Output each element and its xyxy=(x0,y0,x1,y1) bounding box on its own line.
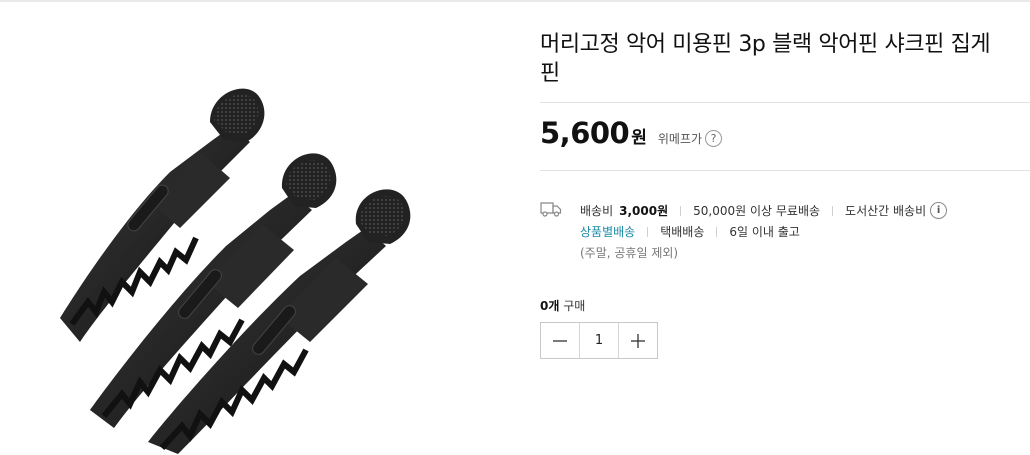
shipping-fee-value: 3,000원 xyxy=(619,204,669,218)
help-icon[interactable]: ? xyxy=(705,130,723,147)
product-image[interactable] xyxy=(0,2,512,455)
truck-icon xyxy=(540,202,562,217)
shipping-note: (주말, 공휴일 제외) xyxy=(580,246,679,260)
price-divider xyxy=(540,170,1030,171)
decrease-quantity-button[interactable] xyxy=(541,323,579,358)
info-icon[interactable]: i xyxy=(930,202,948,219)
title-divider xyxy=(540,102,1030,103)
shipping-method-line: 상품별배송 택배배송 6일 이내 출고 xyxy=(580,221,947,242)
dispatch-lead-time: 6일 이내 출고 xyxy=(729,225,800,239)
shipping-info: 배송비 3,000원 50,000원 이상 무료배송 도서산간 배송비 i 상품… xyxy=(580,200,948,263)
product-info-panel: 머리고정 악어 미용핀 3p 블랙 악어핀 샤크핀 집게핀 5,600 원 위메… xyxy=(540,0,1030,455)
separator xyxy=(832,205,834,216)
quantity-input[interactable]: 1 xyxy=(579,323,619,358)
separator xyxy=(680,205,682,216)
quantity-stepper: 1 xyxy=(540,322,658,359)
hair-clips-illustration xyxy=(60,88,411,454)
free-shipping-condition: 50,000원 이상 무료배송 xyxy=(693,204,821,218)
purchase-count-label: 구매 xyxy=(563,299,586,313)
minus-icon xyxy=(553,339,567,342)
separator xyxy=(647,226,649,237)
purchase-count-value: 0개 xyxy=(540,299,560,313)
shipping-method: 상품별배송 xyxy=(580,225,636,239)
price-amount: 5,600 xyxy=(540,116,630,150)
product-title: 머리고정 악어 미용핀 3p 블랙 악어핀 샤크핀 집게핀 xyxy=(540,32,991,86)
plus-icon xyxy=(631,333,645,348)
island-shipping-fee: 도서산간 배송비 xyxy=(845,204,927,218)
price-row: 5,600 원 위메프가 ? xyxy=(540,116,723,156)
separator xyxy=(716,226,718,237)
shipping-fee-label: 배송비 xyxy=(580,204,614,218)
courier-type: 택배배송 xyxy=(660,225,705,239)
shipping-fee-line: 배송비 3,000원 50,000원 이상 무료배송 도서산간 배송비 i xyxy=(580,200,948,221)
purchase-count: 0개 구매 xyxy=(540,297,585,314)
increase-quantity-button[interactable] xyxy=(619,323,657,358)
price-unit: 원 xyxy=(631,128,647,148)
price-label: 위메프가 xyxy=(657,132,703,146)
